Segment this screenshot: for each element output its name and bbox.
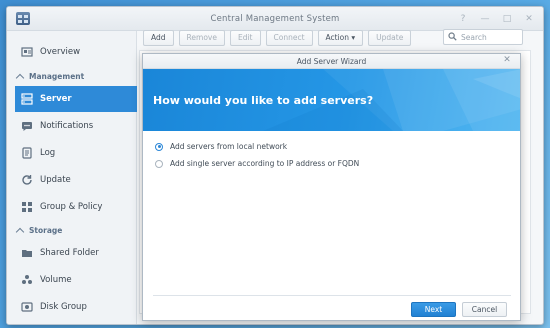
wizard-heading: How would you like to add servers?: [153, 94, 374, 107]
section-label: Storage: [29, 225, 63, 235]
sidebar-item-disk-group[interactable]: Disk Group: [15, 294, 137, 320]
search-input[interactable]: [461, 31, 523, 43]
sidebar-item-overview[interactable]: Overview: [15, 39, 137, 65]
action-dropdown-button[interactable]: Action ▾: [317, 30, 364, 46]
search-box: [443, 29, 523, 45]
log-icon: [21, 147, 33, 159]
notifications-icon: [21, 120, 33, 132]
next-button[interactable]: Next: [411, 302, 456, 317]
sidebar-item-update[interactable]: Update: [15, 167, 137, 193]
sidebar-item-label: Notifications: [40, 121, 94, 131]
wizard-banner: How would you like to add servers?: [143, 69, 520, 131]
connect-button[interactable]: Connect: [265, 30, 313, 46]
section-management[interactable]: Management: [15, 69, 135, 83]
option-local-network[interactable]: Add servers from local network: [155, 142, 287, 151]
sidebar-item-label: Update: [40, 175, 71, 185]
search-icon: [448, 31, 457, 43]
section-label: Management: [29, 71, 85, 81]
window-controls: ? — □ ✕: [457, 13, 535, 25]
sidebar-item-label: Log: [40, 148, 56, 158]
dialog-title: Add Server Wizard: [296, 57, 367, 66]
sidebar-item-server[interactable]: Server: [15, 86, 137, 112]
minimize-icon[interactable]: —: [479, 13, 491, 25]
chevron-up-icon: [15, 227, 25, 236]
sidebar-item-notifications[interactable]: Notifications: [15, 113, 137, 139]
sidebar-item-log[interactable]: Log: [15, 140, 137, 166]
option-label: Add single server according to IP addres…: [170, 159, 360, 168]
remove-button[interactable]: Remove: [178, 30, 225, 46]
disk-group-icon: [21, 301, 33, 313]
dialog-titlebar: Add Server Wizard ✕: [143, 54, 520, 69]
close-icon[interactable]: ✕: [502, 55, 512, 65]
sidebar-item-label: Overview: [40, 47, 81, 57]
sidebar-item-group-policy[interactable]: Group & Policy: [15, 194, 137, 220]
sidebar-item-label: Volume: [40, 275, 72, 285]
server-icon: [21, 93, 33, 105]
sidebar-item-label: Group & Policy: [40, 202, 103, 212]
update-icon: [21, 174, 33, 186]
add-button[interactable]: Add: [143, 30, 174, 46]
radio-selected[interactable]: [155, 142, 163, 151]
update-button[interactable]: Update: [368, 30, 412, 46]
divider: [153, 295, 511, 296]
volume-icon: [21, 274, 33, 286]
section-storage[interactable]: Storage: [15, 223, 135, 237]
toolbar: Add Remove Edit Connect Action ▾ Update: [143, 30, 412, 46]
close-icon[interactable]: ✕: [523, 13, 535, 25]
option-label: Add servers from local network: [170, 142, 288, 151]
sidebar-item-label: Disk Group: [40, 302, 87, 312]
overview-icon: [21, 46, 33, 58]
cancel-button[interactable]: Cancel: [462, 302, 507, 317]
sidebar: Overview Management Server Notifications…: [7, 31, 137, 324]
sidebar-item-label: Server: [40, 94, 72, 104]
maximize-icon[interactable]: □: [501, 13, 513, 25]
chevron-up-icon: [15, 73, 25, 82]
sidebar-item-label: Shared Folder: [40, 248, 99, 258]
edit-button[interactable]: Edit: [229, 30, 261, 46]
add-server-wizard-dialog: Add Server Wizard ✕ How would you like t…: [142, 53, 521, 321]
sidebar-item-volume[interactable]: Volume: [15, 267, 137, 293]
window-titlebar: Central Management System ? — □ ✕: [7, 7, 543, 31]
group-policy-icon: [21, 201, 33, 213]
help-icon[interactable]: ?: [457, 13, 469, 25]
shared-folder-icon: [21, 247, 33, 259]
sidebar-item-shared-folder[interactable]: Shared Folder: [15, 240, 137, 266]
option-ip-fqdn[interactable]: Add single server according to IP addres…: [155, 159, 359, 168]
radio-unselected[interactable]: [155, 159, 163, 168]
